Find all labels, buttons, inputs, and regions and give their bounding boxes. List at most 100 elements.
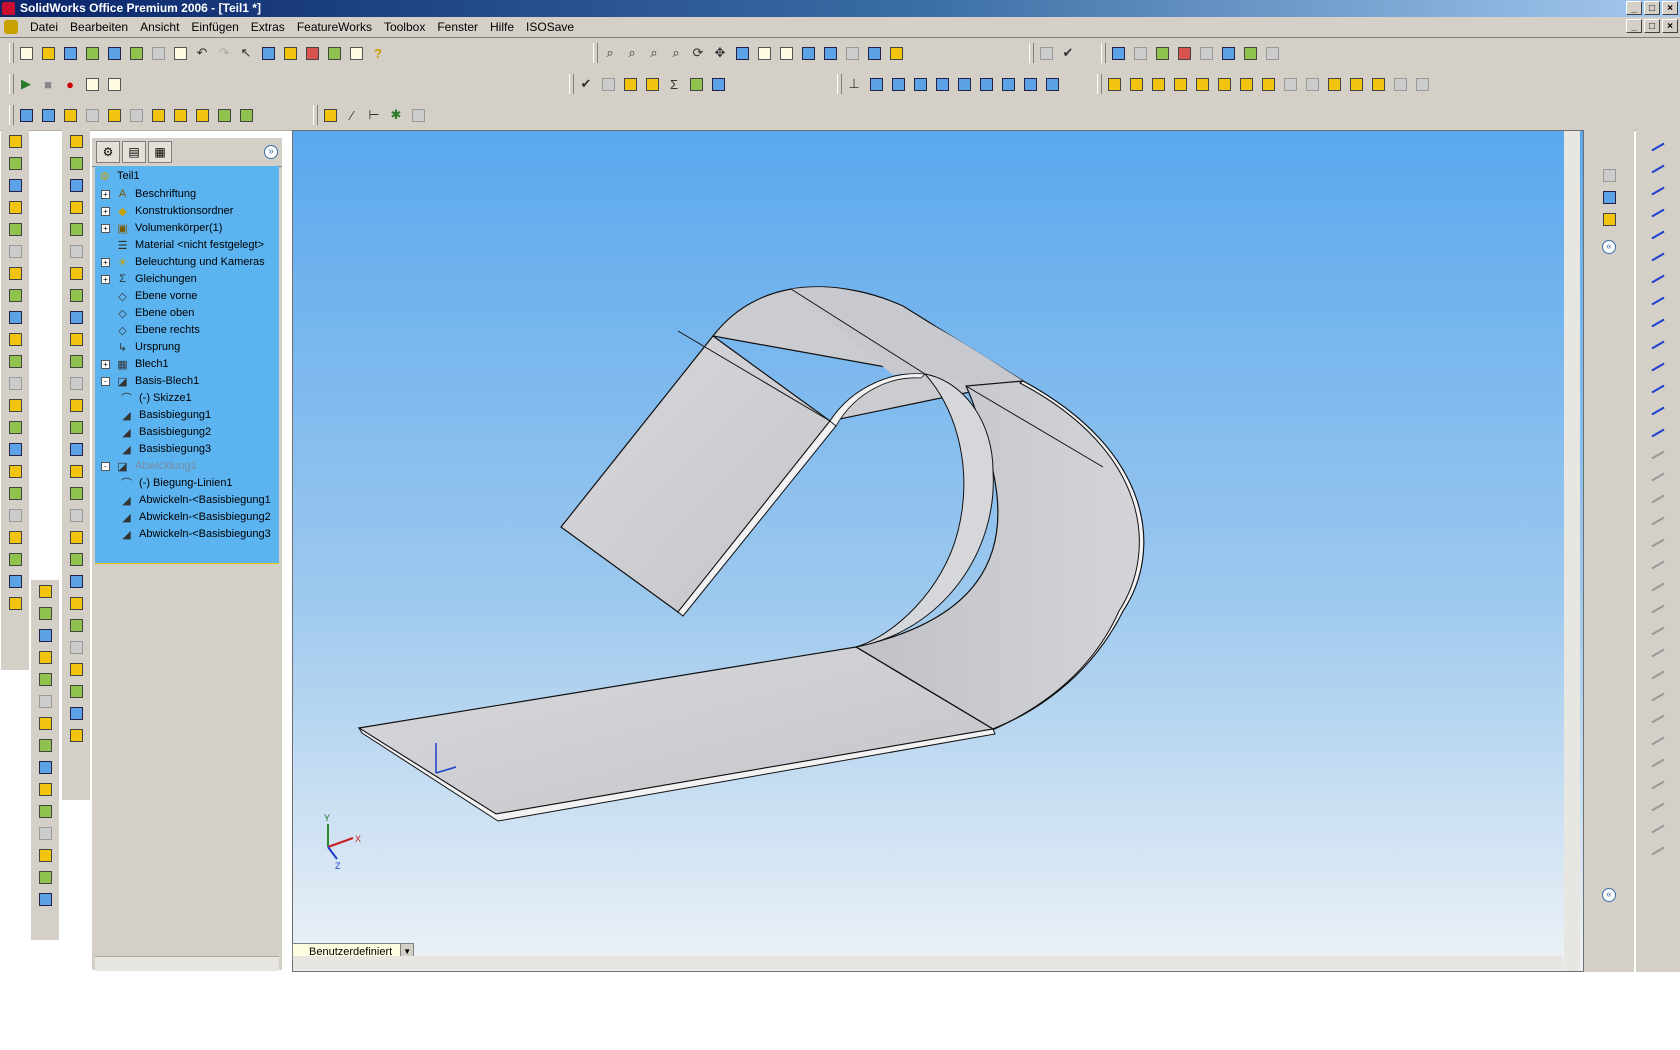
point-tool-icon[interactable]: ✱ <box>386 105 406 125</box>
doc-restore-icon[interactable]: □ <box>1644 19 1660 33</box>
instant-3d-icon[interactable] <box>192 105 212 125</box>
expand-icon[interactable]: + <box>101 359 110 369</box>
back-view-icon[interactable] <box>888 74 908 94</box>
edge-flange-icon[interactable] <box>1126 74 1146 94</box>
print-preview-icon[interactable] <box>170 43 190 63</box>
centerline-icon[interactable] <box>1647 268 1669 290</box>
trimetric-view-icon[interactable] <box>1020 74 1040 94</box>
extend-icon[interactable] <box>1647 422 1669 444</box>
configurationmanager-tab-icon[interactable]: ▦ <box>148 141 172 163</box>
simulation-icon[interactable] <box>1240 43 1260 63</box>
design-library-icon[interactable] <box>1598 186 1620 208</box>
dimxpert-icon[interactable] <box>620 74 640 94</box>
add-relation-icon[interactable] <box>82 105 102 125</box>
chamfer-sketch-icon[interactable] <box>1647 686 1669 708</box>
split-icon[interactable] <box>65 218 87 240</box>
standard-views-icon[interactable] <box>732 43 752 63</box>
shell-icon[interactable] <box>4 262 26 284</box>
revolve-icon[interactable] <box>4 152 26 174</box>
make-assembly-icon[interactable] <box>104 43 124 63</box>
rollback-bar[interactable] <box>95 563 279 564</box>
hole-icon[interactable] <box>4 328 26 350</box>
menu-ansicht[interactable]: Ansicht <box>134 17 185 37</box>
normal-to-icon[interactable]: ⊥ <box>844 74 864 94</box>
rectangle-icon[interactable] <box>1647 158 1669 180</box>
corner-icon[interactable] <box>34 778 56 800</box>
mate-reference-icon[interactable] <box>408 105 428 125</box>
rotate-view-icon[interactable]: ⟳ <box>688 43 708 63</box>
deform-icon[interactable] <box>65 416 87 438</box>
dimetric-view-icon[interactable] <box>1042 74 1062 94</box>
jog-icon[interactable] <box>1192 74 1212 94</box>
maximize-icon[interactable]: □ <box>1644 1 1660 15</box>
arc-icon[interactable] <box>1647 554 1669 576</box>
edge-flange-icon[interactable] <box>34 602 56 624</box>
rib-icon[interactable] <box>4 592 26 614</box>
tree-node[interactable]: ◇ Ebene oben <box>101 304 195 322</box>
pattern-icon[interactable] <box>4 350 26 372</box>
realview-icon[interactable] <box>886 43 906 63</box>
expand-icon[interactable]: + <box>101 223 110 233</box>
loft-icon[interactable] <box>4 196 26 218</box>
open-file-icon[interactable] <box>38 43 58 63</box>
unfold-icon[interactable] <box>1280 74 1300 94</box>
smart-dim-icon[interactable] <box>60 105 80 125</box>
offset-icon[interactable] <box>1647 356 1669 378</box>
panel-collapse-icon[interactable]: » <box>264 145 278 159</box>
hidden-lines-icon[interactable] <box>776 43 796 63</box>
mirror-sketch-icon[interactable] <box>1647 444 1669 466</box>
convert-icon[interactable] <box>1647 730 1669 752</box>
tree-node[interactable]: ◢ Abwickeln-<Basisbiegung2 <box>119 508 272 526</box>
animator-icon[interactable] <box>1152 43 1172 63</box>
spell-check-icon[interactable]: ✔ <box>576 74 596 94</box>
collapse-icon[interactable]: - <box>101 461 110 471</box>
viewport-vertical-scrollbar[interactable] <box>1564 131 1580 971</box>
mirror-icon[interactable] <box>4 372 26 394</box>
line-icon[interactable] <box>1647 840 1669 862</box>
chamfer-icon[interactable] <box>4 548 26 570</box>
sketched-bend-icon[interactable] <box>1214 74 1234 94</box>
wireframe-icon[interactable] <box>754 43 774 63</box>
bottom-view-icon[interactable] <box>976 74 996 94</box>
bend-icon[interactable] <box>34 690 56 712</box>
move-entities-icon[interactable] <box>214 105 234 125</box>
undo-icon[interactable]: ↶ <box>192 43 212 63</box>
home-icon[interactable] <box>1598 164 1620 186</box>
freeform-icon[interactable] <box>65 702 87 724</box>
mass-properties-icon[interactable] <box>686 74 706 94</box>
menu-bearbeiten[interactable]: Bearbeiten <box>64 17 134 37</box>
statistics-icon[interactable] <box>708 74 728 94</box>
rapid-sketch-icon[interactable] <box>170 105 190 125</box>
shell-icon[interactable] <box>4 570 26 592</box>
new-macro-icon[interactable] <box>82 74 102 94</box>
jog-icon[interactable] <box>34 668 56 690</box>
task-pane-expand-icon[interactable]: « <box>1602 888 1616 902</box>
pan-icon[interactable]: ✥ <box>710 43 730 63</box>
make-drawing-icon[interactable] <box>82 43 102 63</box>
close-icon[interactable]: × <box>1662 1 1678 15</box>
base-flange-icon[interactable] <box>1104 74 1124 94</box>
left-view-icon[interactable] <box>910 74 930 94</box>
shadows-icon[interactable] <box>842 43 862 63</box>
flatten-icon[interactable] <box>1324 74 1344 94</box>
extrude-icon[interactable] <box>4 130 26 152</box>
file-explorer-icon[interactable] <box>1598 208 1620 230</box>
expand-icon[interactable]: + <box>101 206 110 216</box>
rip-icon[interactable] <box>34 800 56 822</box>
circle-icon[interactable] <box>1647 180 1669 202</box>
right-view-icon[interactable] <box>932 74 952 94</box>
menu-featureworks[interactable]: FeatureWorks <box>291 17 378 37</box>
select-icon[interactable]: ↖ <box>236 43 256 63</box>
miter-flange-icon[interactable] <box>1148 74 1168 94</box>
convert-icon[interactable] <box>1647 378 1669 400</box>
save-icon[interactable] <box>60 43 80 63</box>
no-bends-icon[interactable] <box>1346 74 1366 94</box>
photoworks-icon[interactable] <box>1108 43 1128 63</box>
addin-icon[interactable] <box>1262 43 1282 63</box>
rip-icon[interactable] <box>1258 74 1278 94</box>
grid-icon[interactable] <box>324 43 344 63</box>
stop-macro-icon[interactable]: ■ <box>38 74 58 94</box>
delete-icon[interactable] <box>65 636 87 658</box>
menu-isosave[interactable]: ISOSave <box>520 17 580 37</box>
miter-icon[interactable] <box>34 646 56 668</box>
